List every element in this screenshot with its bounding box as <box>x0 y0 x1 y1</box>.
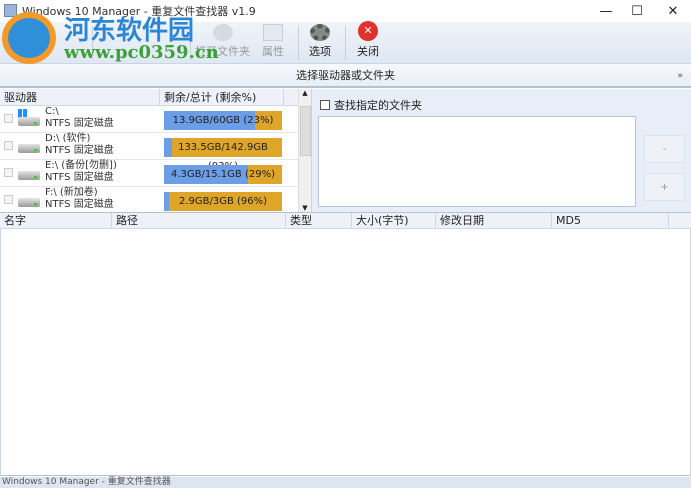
folder-list[interactable] <box>318 116 636 207</box>
add-folder-button[interactable]: + <box>644 173 685 201</box>
column-md5[interactable]: MD5 <box>552 213 669 228</box>
find-folder-label: 查找指定的文件夹 <box>334 99 422 112</box>
app-icon <box>4 4 17 17</box>
file-list[interactable] <box>0 229 691 476</box>
drive-row[interactable]: F:\ (新加卷) NTFS 固定磁盘 2.9GB/3GB (96%) <box>0 187 311 212</box>
drive-usage-text: 4.3GB/15.1GB (29%) <box>171 169 275 180</box>
drive-checkbox[interactable] <box>4 195 13 204</box>
drive-usage-bar: 133.5GB/142.9GB (93%) <box>164 138 282 172</box>
column-drive[interactable]: 驱动器 <box>0 89 160 105</box>
drive-filesystem: NTFS 固定磁盘 <box>45 145 114 156</box>
section-title: 选择驱动器或文件夹 <box>296 69 395 82</box>
divider <box>190 26 191 60</box>
chevron-icon[interactable]: » <box>677 64 683 88</box>
drive-list: 驱动器 剩余/总计 (剩余%) C:\ NTFS 固定磁盘 13.9GB/60GB… <box>0 89 312 212</box>
column-modified[interactable]: 修改日期 <box>436 213 552 228</box>
drive-name: E:\ (备份[勿删]) <box>45 160 117 171</box>
scroll-down-icon[interactable]: ▼ <box>299 204 311 212</box>
drive-checkbox[interactable] <box>4 141 13 150</box>
divider <box>345 26 346 60</box>
drive-row[interactable]: E:\ (备份[勿删]) NTFS 固定磁盘 4.3GB/15.1GB (29%) <box>0 160 311 187</box>
window-title: Windows 10 Manager - 重复文件查找器 v1.9 <box>22 5 256 18</box>
file-list-header: 名字 路径 类型 大小(字节) 修改日期 MD5 <box>0 212 691 229</box>
options-label: 选项 <box>309 45 331 58</box>
properties-label: 属性 <box>262 45 284 58</box>
disk-icon <box>18 171 40 180</box>
options-button[interactable]: 选项 <box>309 24 331 62</box>
maximize-button[interactable]: ☐ <box>620 0 654 22</box>
drive-name: D:\ (软件) <box>45 133 91 144</box>
section-header[interactable]: 选择驱动器或文件夹 » <box>0 64 691 88</box>
drive-list-header: 驱动器 剩余/总计 (剩余%) <box>0 89 311 106</box>
checkbox-icon[interactable] <box>320 100 330 110</box>
toolbar: 打开文件夹 属性 选项 ✕ 关闭 <box>0 21 691 64</box>
drive-list-scrollbar[interactable]: ▲ ▼ <box>298 89 311 212</box>
close-button[interactable]: ✕ 关闭 <box>357 21 379 62</box>
remove-folder-button[interactable]: - <box>644 135 685 163</box>
drive-row[interactable]: D:\ (软件)NTFS 固定磁盘 133.5GB/142.9GB (93%) <box>0 133 311 172</box>
close-window-button[interactable]: ✕ <box>656 0 690 22</box>
find-folder-checkbox[interactable]: 查找指定的文件夹 <box>320 97 422 113</box>
drive-usage-bar: 2.9GB/3GB (96%) <box>164 192 282 211</box>
column-size[interactable]: 大小(字节) <box>352 213 436 228</box>
table-icon <box>263 24 283 41</box>
drive-usage-bar: 13.9GB/60GB (23%) <box>164 111 282 130</box>
drive-filesystem: NTFS 固定磁盘 <box>45 118 114 129</box>
gear-icon <box>310 24 330 41</box>
folder-panel: 查找指定的文件夹 - + <box>312 89 691 212</box>
drive-usage-fill <box>164 138 173 157</box>
properties-button[interactable]: 属性 <box>262 24 284 62</box>
forward-icon <box>212 24 233 41</box>
disk-icon <box>18 198 40 207</box>
column-type[interactable]: 类型 <box>286 213 352 228</box>
open-folder-button[interactable]: 打开文件夹 <box>195 24 250 62</box>
scroll-thumb[interactable] <box>300 106 311 156</box>
minimize-button[interactable]: — <box>589 0 623 22</box>
drive-row[interactable]: C:\ NTFS 固定磁盘 13.9GB/60GB (23%) <box>0 106 311 133</box>
column-usage[interactable]: 剩余/总计 (剩余%) <box>160 89 284 105</box>
drive-checkbox[interactable] <box>4 114 13 123</box>
scroll-up-icon[interactable]: ▲ <box>299 89 311 97</box>
drive-checkbox[interactable] <box>4 168 13 177</box>
drive-filesystem: NTFS 固定磁盘 <box>45 199 114 210</box>
drive-name: F:\ (新加卷) <box>45 187 98 198</box>
column-name[interactable]: 名字 <box>0 213 112 228</box>
close-icon: ✕ <box>358 21 378 41</box>
drive-filesystem: NTFS 固定磁盘 <box>45 172 114 183</box>
disk-icon <box>18 144 40 153</box>
close-label: 关闭 <box>357 45 379 58</box>
divider <box>298 26 299 60</box>
drive-usage-fill <box>164 192 169 211</box>
title-bar: Windows 10 Manager - 重复文件查找器 v1.9 — ☐ ✕ <box>0 0 691 22</box>
drive-usage-text: 13.9GB/60GB (23%) <box>172 115 274 126</box>
drive-name: C:\ <box>45 106 59 117</box>
drive-usage-text: 2.9GB/3GB (96%) <box>178 196 268 207</box>
column-path[interactable]: 路径 <box>112 213 286 228</box>
divider <box>92 26 93 60</box>
open-folder-label: 打开文件夹 <box>195 45 250 58</box>
drive-usage-bar: 4.3GB/15.1GB (29%) <box>164 165 282 184</box>
disk-icon <box>18 117 40 126</box>
status-bar: Windows 10 Manager - 重复文件查找器 <box>0 477 691 488</box>
